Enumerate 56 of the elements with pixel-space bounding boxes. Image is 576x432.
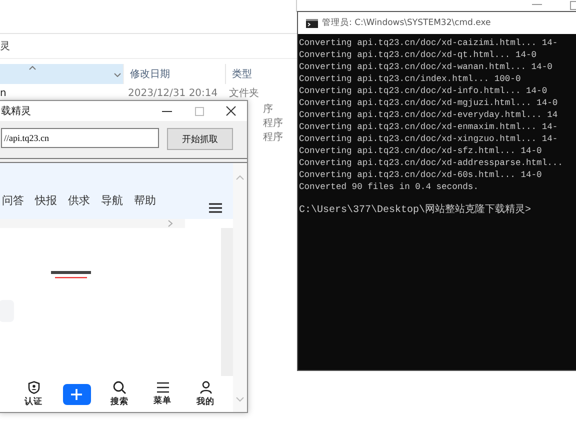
- modified-date: 2023/12/31 20:14: [128, 88, 218, 99]
- plus-icon: [71, 388, 82, 400]
- console-line: Converted 90 files in 0.4 seconds.: [299, 182, 478, 192]
- console-line: Converting api.tq23.cn/doc/xd-mgjuzi.html... 14-0: [299, 98, 558, 108]
- file-type: 程序: [263, 118, 283, 129]
- maximize-icon: [194, 106, 204, 116]
- console-line: Converting api.tq23.cn/doc/xd-wanan.html... 14-0: [299, 62, 552, 72]
- menu-icon[interactable]: [209, 203, 222, 213]
- add-button[interactable]: [62, 384, 90, 404]
- minimize-icon: [162, 110, 172, 112]
- console-line: Converting api.tq23.cn/doc/xd-enmaxim.html... 14-: [299, 122, 558, 132]
- console-line: Converting api.tq23.cn/doc/xd-xingzuo.html... 14-: [299, 134, 558, 144]
- column-header[interactable]: 修改日期: [123, 64, 226, 84]
- terminal-icon: [306, 18, 318, 28]
- window-title: 管理员: C:\Windows\SYSTEM32\cmd.exe: [322, 17, 491, 29]
- nav-link[interactable]: 问答: [2, 193, 24, 208]
- url-field[interactable]: //api.tq23.cn: [1, 128, 159, 148]
- console-line: Converting api.tq23.cn/doc/xd-sfz.html... 14-0: [299, 146, 542, 156]
- file-type: 序: [263, 104, 273, 115]
- tab-bar-item[interactable]: 我的: [184, 376, 227, 412]
- user-icon: [200, 380, 212, 394]
- file-name[interactable]: n: [0, 88, 6, 99]
- console-line: Converting api.tq23.cn/index.html... 100-0: [299, 74, 521, 84]
- chevron-right-icon[interactable]: [168, 220, 173, 227]
- column-header[interactable]: 类型: [226, 64, 252, 84]
- command-prompt: C:\Users\377\Desktop\网站整站克隆下载精灵>: [299, 205, 532, 216]
- scroll-down-icon[interactable]: [236, 397, 244, 402]
- window-title: 载精灵: [0, 104, 31, 118]
- console-line: Converting api.tq23.cn/doc/xd-caizimi.html... 14-: [299, 38, 558, 48]
- scroll-up-icon[interactable]: [236, 175, 244, 180]
- console-line: Converting api.tq23.cn/doc/xd-info.html... 14-0: [299, 86, 548, 96]
- nav-link[interactable]: 供求: [68, 193, 90, 208]
- logo-drawing: [51, 271, 91, 279]
- sort-caret-icon: [29, 66, 36, 70]
- tab-bar-item[interactable]: 认证: [12, 376, 55, 412]
- console-line: Converting api.tq23.cn/doc/xd-60s.html... 14-0: [299, 170, 542, 180]
- nav-link[interactable]: 快报: [35, 193, 57, 208]
- file-type: 程序: [263, 132, 283, 143]
- close-icon: [226, 106, 236, 116]
- nav-link[interactable]: 帮助: [134, 193, 156, 208]
- search-icon: [113, 380, 126, 394]
- minimize-icon[interactable]: [532, 4, 542, 5]
- start-button[interactable]: 开始抓取: [167, 128, 233, 150]
- tab-bar-item[interactable]: 菜单: [141, 376, 184, 412]
- breadcrumb[interactable]: 灵: [0, 39, 10, 53]
- shield-icon: [28, 380, 40, 394]
- console-line: Converting api.tq23.cn/doc/xd-qt.html... 14-0: [299, 50, 537, 60]
- chevron-down-icon[interactable]: [114, 73, 121, 77]
- menu-icon: [156, 382, 168, 392]
- scrollbar[interactable]: [233, 163, 247, 412]
- tab-bar-item[interactable]: 搜索: [98, 376, 141, 412]
- file-type: 文件夹: [229, 88, 259, 99]
- maximize-icon[interactable]: [570, 1, 576, 10]
- console-line: Converting api.tq23.cn/doc/xd-everyday.html... 14: [299, 110, 558, 120]
- console-line: Converting api.tq23.cn/doc/xd-addressparse.html...: [299, 158, 563, 168]
- nav-link[interactable]: 导航: [101, 193, 123, 208]
